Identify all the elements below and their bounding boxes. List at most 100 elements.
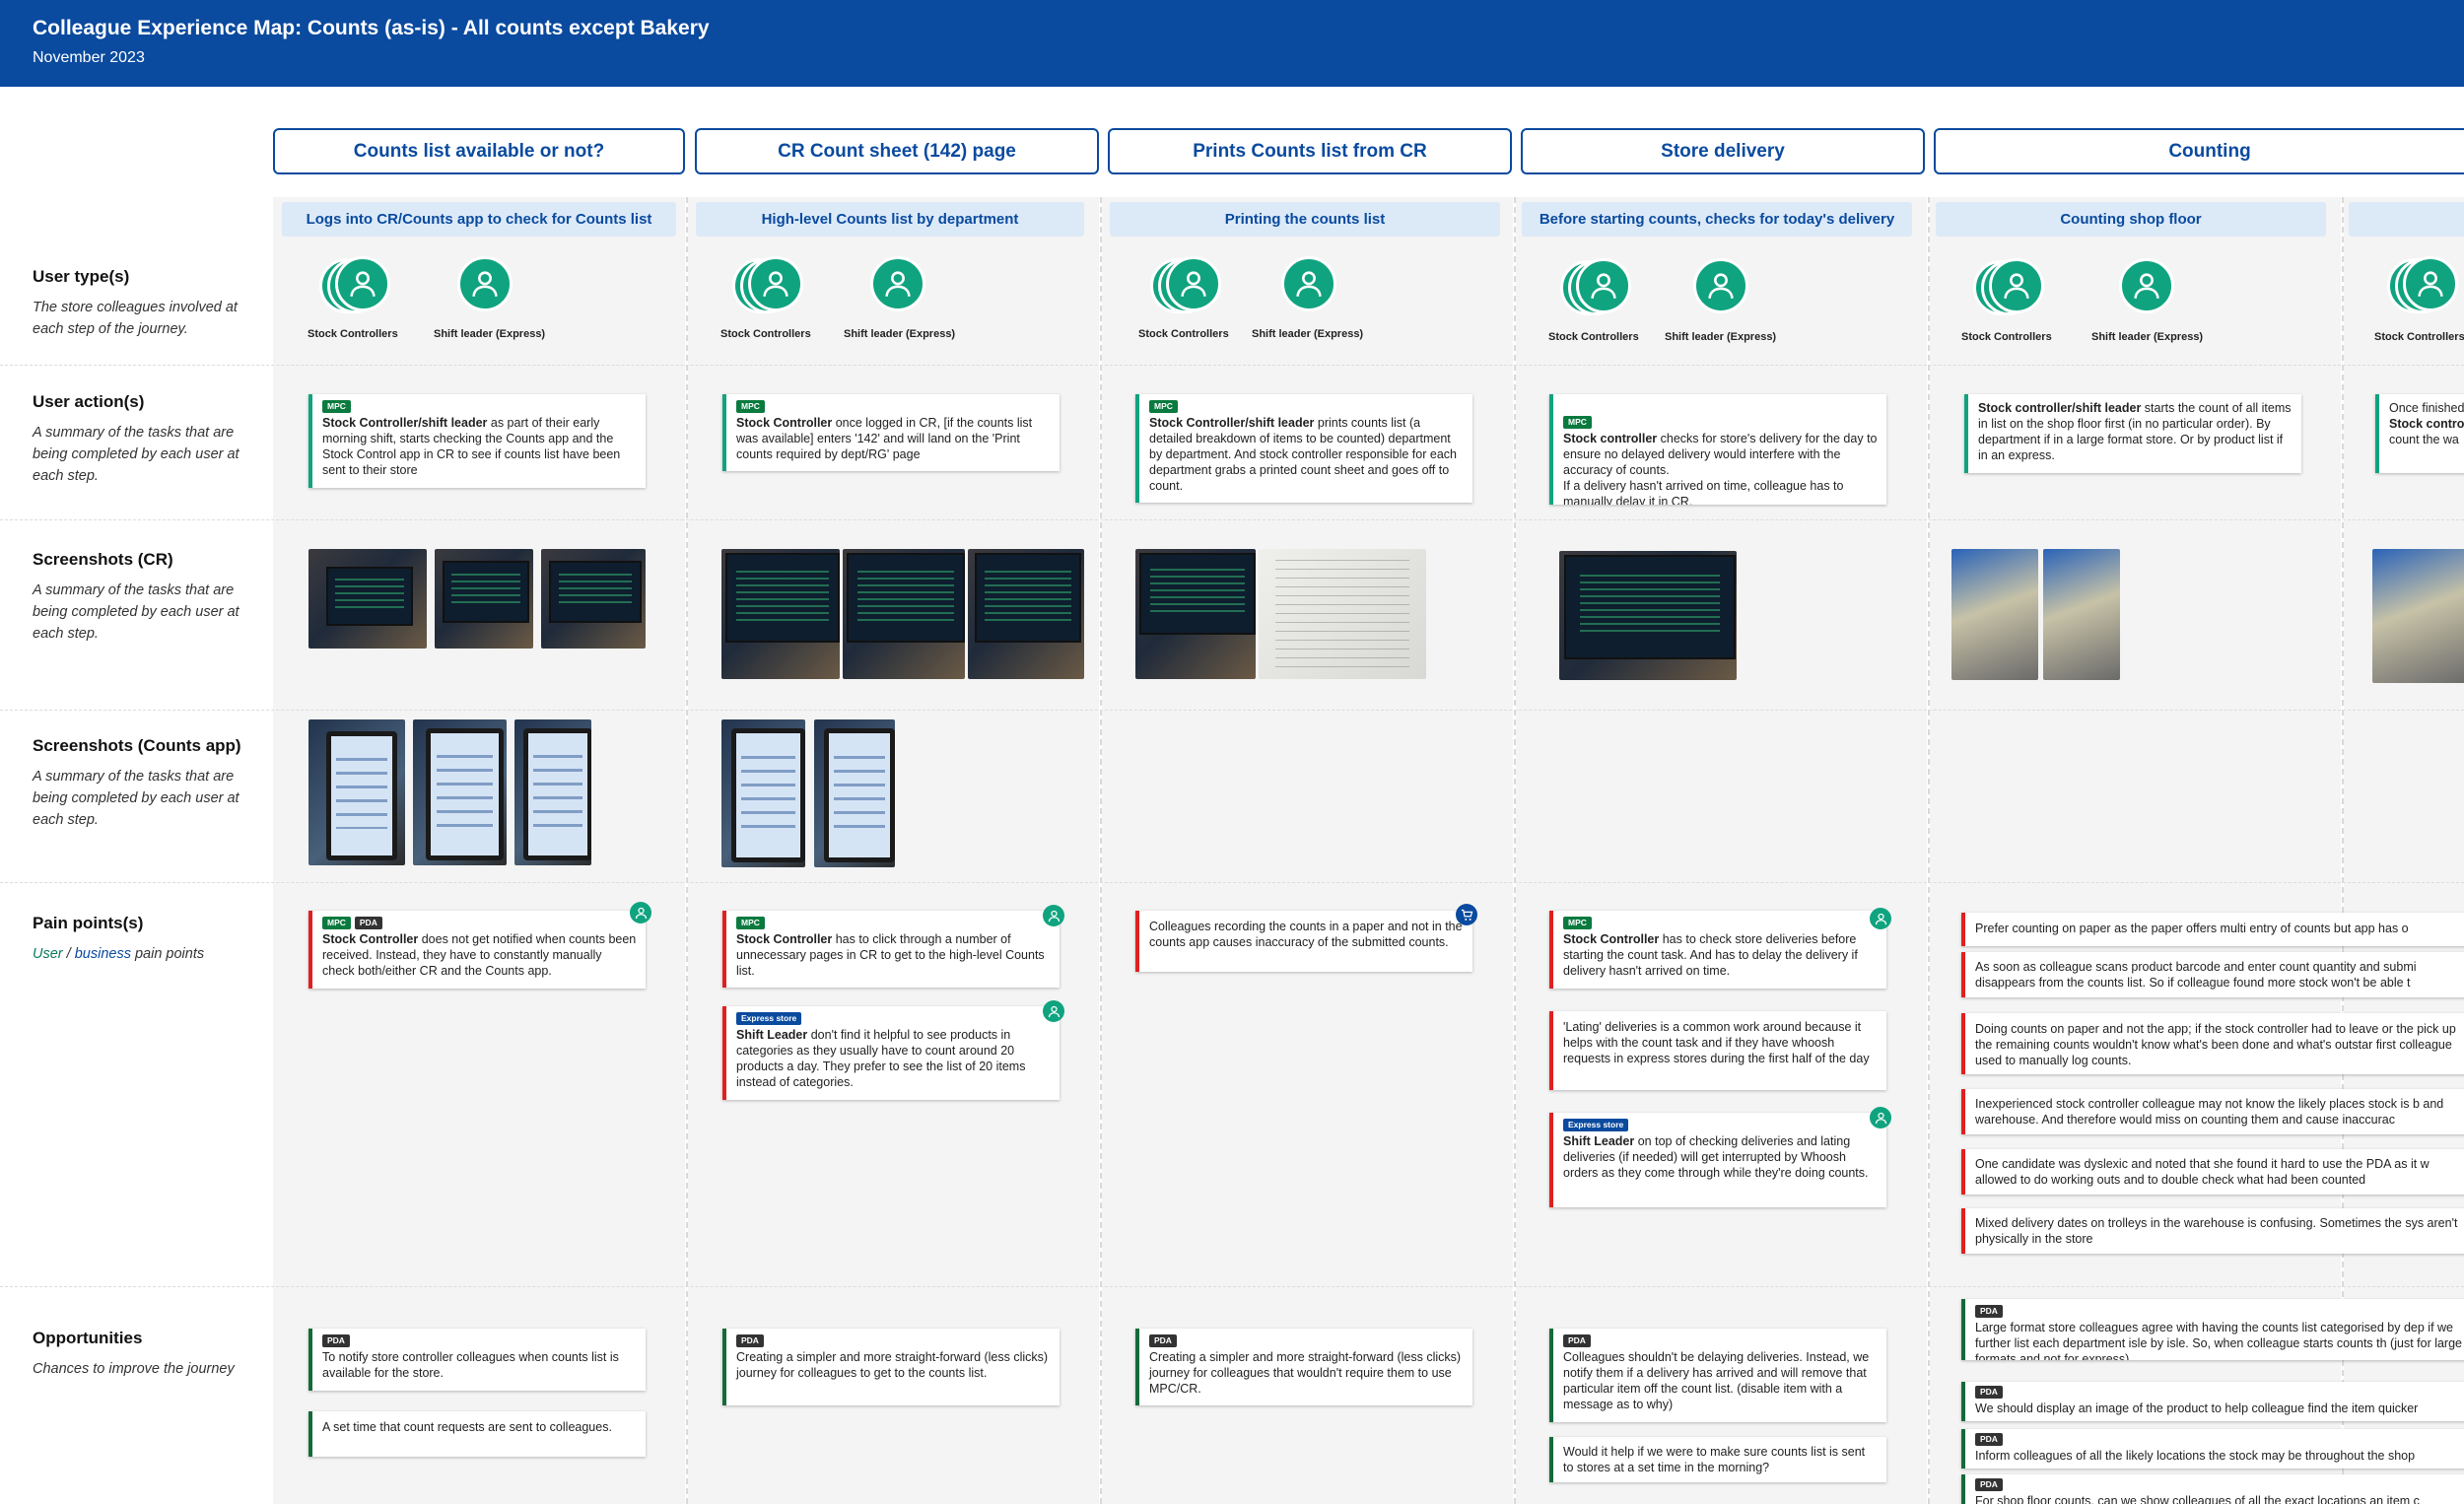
counts-app-screenshot	[514, 719, 591, 865]
pain-point-card: Express store Shift Leader on top of che…	[1549, 1113, 1886, 1207]
avatar-label: Shift leader (Express)	[844, 328, 956, 340]
opportunity-text: To notify store controller colleagues wh…	[322, 1350, 619, 1380]
business-pain-icon	[1456, 904, 1477, 925]
pain-text: Colleagues recording the counts in a pap…	[1149, 920, 1463, 949]
cr-screenshot	[968, 549, 1084, 679]
counts-app-screenshot	[814, 719, 895, 867]
pain-text: As soon as colleague scans product barco…	[1975, 960, 2417, 990]
avatar-label: Shift leader (Express)	[1665, 331, 1777, 343]
pain-point-card: MPC PDA Stock Controller does not get not…	[308, 911, 646, 989]
opportunity-card: Would it help if we were to make sure co…	[1549, 1437, 1886, 1482]
user-pain-icon	[1043, 1000, 1064, 1022]
action-card: MPC Stock Controller/shift leader as par…	[308, 394, 646, 488]
shop-floor-photo	[2043, 549, 2120, 680]
stock-controller-avatar	[748, 256, 803, 311]
row-title: Pain points(s)	[33, 914, 144, 932]
express-store-tag: Express store	[1563, 1119, 1629, 1131]
shift-leader-avatar	[2119, 258, 2174, 313]
pain-point-card: 'Lating' deliveries is a common work aro…	[1549, 1011, 1886, 1090]
step-printing-counts: Printing the counts list	[1110, 202, 1500, 237]
column-bg-3	[1102, 197, 1513, 1504]
user-icon	[1296, 271, 1322, 297]
pain-actor: Stock Controller	[1563, 932, 1660, 946]
row-desc: A summary of the tasks that are being co…	[33, 425, 240, 484]
pda-tag: PDA	[1975, 1478, 2003, 1491]
action-actor: Stock controller/shift leader	[1978, 401, 2142, 415]
pain-point-card: As soon as colleague scans product barco…	[1961, 952, 2464, 997]
row-title: Opportunities	[33, 1329, 143, 1347]
opportunity-card: PDA For shop floor counts, can we show c…	[1961, 1474, 2464, 1504]
row-divider	[0, 882, 2464, 883]
action-actor: Stock Controller	[736, 416, 833, 430]
pda-tag: PDA	[1975, 1305, 2003, 1318]
row-title: User type(s)	[33, 267, 130, 286]
pain-point-card: Prefer counting on paper as the paper of…	[1961, 913, 2464, 946]
row-desc: The store colleagues involved at each st…	[33, 300, 238, 337]
counts-app-screenshot	[413, 719, 507, 865]
mpc-tag: MPC	[736, 917, 765, 929]
action-card: MPC Stock Controller/shift leader prints…	[1135, 394, 1472, 503]
opportunity-card: PDA Colleagues shouldn't be delaying del…	[1549, 1329, 1886, 1422]
user-pain-icon	[1043, 905, 1064, 926]
step-next	[2349, 202, 2464, 237]
stock-controller-avatar	[1576, 258, 1631, 313]
pda-tag: PDA	[322, 1334, 350, 1347]
cr-screenshot	[721, 549, 840, 679]
opportunity-card: PDA We should display an image of the pr…	[1961, 1382, 2464, 1421]
mpc-tag: MPC	[322, 400, 351, 413]
opportunity-card: PDA Inform colleagues of all the likely …	[1961, 1429, 2464, 1469]
pain-point-card: Inexperienced stock controller colleague…	[1961, 1089, 2464, 1134]
row-divider	[0, 365, 2464, 366]
opportunity-text: Creating a simpler and more straight-for…	[1149, 1350, 1462, 1396]
cr-screenshot	[435, 549, 533, 649]
pain-text: Prefer counting on paper as the paper of…	[1975, 922, 2409, 935]
shift-leader-avatar	[870, 256, 925, 311]
opportunity-card: PDA To notify store controller colleague…	[308, 1329, 646, 1391]
row-title: User action(s)	[33, 392, 145, 411]
user-icon	[763, 271, 788, 297]
row-divider	[0, 1286, 2464, 1287]
opportunity-card: PDA Creating a simpler and more straight…	[722, 1329, 1060, 1405]
action-actor: Stock controller	[1563, 432, 1658, 445]
step-high-level-counts: High-level Counts list by department	[696, 202, 1084, 237]
stock-controller-avatar	[2403, 256, 2458, 311]
pain-text: 'Lating' deliveries is a common work aro…	[1563, 1020, 1870, 1065]
stock-controller-avatar	[1989, 258, 2044, 313]
opportunity-text: Creating a simpler and more straight-for…	[736, 1350, 1049, 1380]
legend-suffix: pain points	[130, 946, 205, 962]
action-card: MPC Stock Controller once logged in CR, …	[722, 394, 1060, 471]
pain-text: Mixed delivery dates on trolleys in the …	[1975, 1216, 2458, 1246]
mpc-tag: MPC	[736, 400, 765, 413]
user-icon	[472, 271, 498, 297]
cr-screenshot	[843, 549, 965, 679]
pain-actor: Stock Controller	[322, 932, 419, 946]
user-icon	[2004, 273, 2029, 299]
opportunity-text: Large format store colleagues agree with…	[1975, 1321, 2462, 1360]
user-icon	[350, 271, 376, 297]
pda-tag: PDA	[1975, 1386, 2003, 1399]
cr-screenshot	[308, 549, 427, 649]
page-title: Colleague Experience Map: Counts (as-is)…	[33, 17, 710, 39]
row-label-opportunities: Opportunities Chances to improve the jou…	[33, 1329, 254, 1380]
pain-point-card: Doing counts on paper and not the app; i…	[1961, 1013, 2464, 1074]
cr-screenshot	[541, 549, 646, 649]
stock-controller-avatar	[335, 256, 390, 311]
user-icon	[2134, 273, 2159, 299]
step-checks-delivery: Before starting counts, checks for today…	[1522, 202, 1912, 237]
opportunity-card: PDA Large format store colleagues agree …	[1961, 1299, 2464, 1360]
stock-controller-avatar	[1166, 256, 1221, 311]
row-label-user-actions: User action(s) A summary of the tasks th…	[33, 392, 254, 487]
step-counting-shop-floor: Counting shop floor	[1936, 202, 2326, 237]
legend-user: User	[33, 946, 63, 962]
row-label-user-types: User type(s) The store colleagues involv…	[33, 267, 254, 340]
mpc-tag: MPC	[1149, 400, 1178, 413]
legend-business: business	[74, 946, 131, 962]
pain-point-card: MPC Stock Controller has to check store …	[1549, 911, 1886, 989]
action-card: Stock controller/shift leader starts the…	[1964, 394, 2301, 473]
row-desc: A summary of the tasks that are being co…	[33, 769, 240, 828]
avatar-label: Shift leader (Express)	[2091, 331, 2204, 343]
pain-actor: Stock Controller	[736, 932, 833, 946]
stage-store-delivery: Store delivery	[1521, 128, 1925, 174]
printed-counts-sheet	[1259, 549, 1426, 679]
row-label-screenshots-app: Screenshots (Counts app) A summary of th…	[33, 736, 254, 831]
